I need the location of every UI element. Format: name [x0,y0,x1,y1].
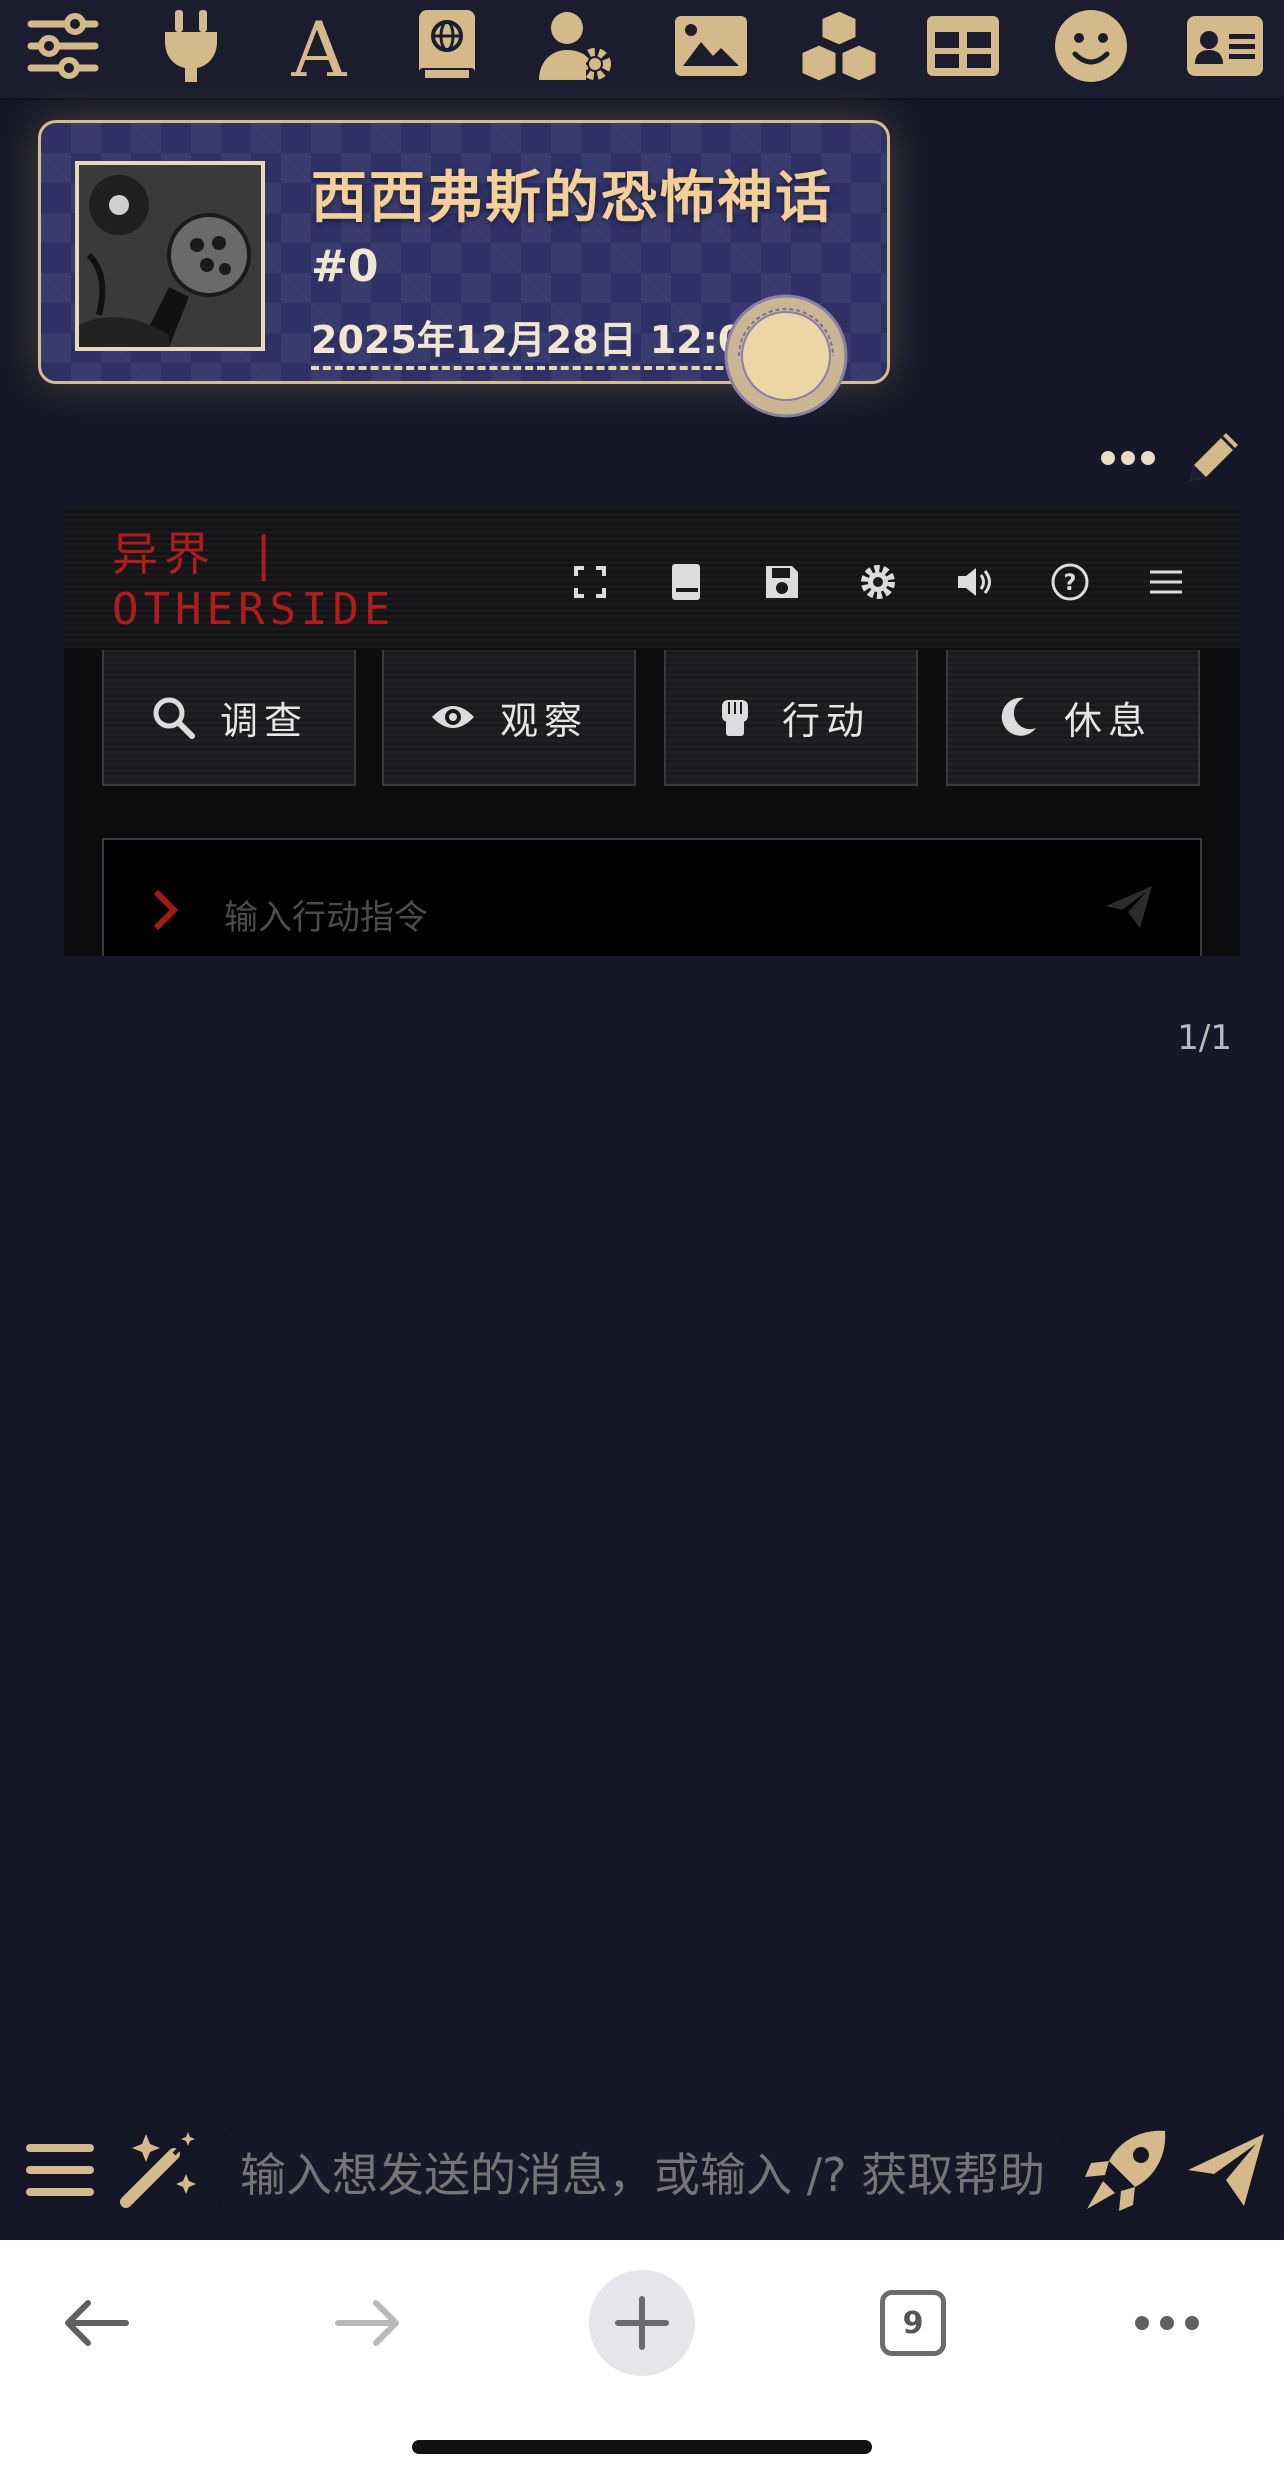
book-globe-icon[interactable] [402,0,492,92]
settings-icon[interactable] [848,552,908,612]
user-gear-icon[interactable] [530,0,620,92]
options-menu-icon[interactable] [12,2122,108,2218]
svg-text:A: A [291,6,348,86]
forward-arrow-icon[interactable] [314,2268,424,2378]
new-tab-button[interactable] [587,2268,697,2378]
font-icon[interactable]: A [274,0,364,92]
browser-more-icon[interactable] [1112,2268,1222,2378]
menu-icon[interactable] [1136,552,1196,612]
rocket-icon[interactable] [1078,2122,1174,2218]
eye-icon [431,706,474,728]
game-title-cn: 异界 | [112,527,284,581]
command-label: 休息 [1063,698,1152,743]
volume-icon[interactable] [944,552,1004,612]
plus-icon [589,2270,695,2376]
action-input-placeholder: 输入行动指令 [224,898,428,938]
home-indicator [412,2440,872,2454]
command-label: 调查 [219,698,308,743]
fullscreen-icon[interactable] [560,552,620,612]
book-icon[interactable] [656,552,716,612]
cubes-icon[interactable] [794,0,884,92]
smiley-icon[interactable] [1046,0,1136,92]
card-title: 西西弗斯的恐怖神话 [311,166,833,231]
command-investigate-button[interactable]: 调查 [102,650,356,786]
command-label: 行动 [781,698,870,743]
edit-pencil-icon[interactable] [1182,427,1244,489]
browser-toolbar: 9 [0,2240,1284,2475]
plug-icon[interactable] [146,0,236,92]
avatar[interactable] [75,161,265,351]
game-panel: 异界 | OTHERSIDE ? 调查 观察 行动 休息 输入行动指令 [64,508,1240,956]
chat-input-bar [0,2112,1284,2232]
character-card[interactable]: 西西弗斯的恐怖神话 #0 2025年12月28日 12:05 [38,120,890,418]
search-icon [153,697,195,739]
hand-icon [721,700,748,736]
command-act-button[interactable]: 行动 [664,650,918,786]
message-input[interactable] [222,2130,1062,2220]
tab-count: 9 [880,2290,946,2356]
back-arrow-icon[interactable] [40,2268,150,2378]
chevron-right-icon [153,889,179,931]
svg-text:?: ? [1064,571,1077,596]
table-icon[interactable] [918,0,1008,92]
save-icon[interactable] [752,552,812,612]
swipe-pager: 1/1 [1177,1018,1232,1058]
message-actions [1100,428,1244,488]
help-icon[interactable]: ? [1040,552,1100,612]
game-title-en: OTHERSIDE [112,584,396,635]
command-observe-button[interactable]: 观察 [382,650,636,786]
sliders-icon[interactable] [18,0,108,92]
id-card-icon[interactable] [1180,0,1270,92]
image-icon[interactable] [666,0,756,92]
command-label: 观察 [499,698,588,743]
moon-icon [1001,697,1036,736]
game-header: 异界 | OTHERSIDE ? [64,508,1240,648]
card-date: 2025年12月28日 12:05 [311,309,771,370]
command-rest-button[interactable]: 休息 [946,650,1200,786]
top-toolbar: A [0,0,1284,100]
magic-wand-icon[interactable] [110,2122,206,2218]
send-icon[interactable] [1104,882,1154,932]
action-command-input[interactable]: 输入行动指令 [102,838,1202,956]
wax-seal [719,291,853,421]
tabs-button[interactable]: 9 [858,2268,968,2378]
send-message-icon[interactable] [1178,2122,1274,2218]
card-number: #0 [311,241,379,292]
more-options-icon[interactable] [1100,448,1156,468]
